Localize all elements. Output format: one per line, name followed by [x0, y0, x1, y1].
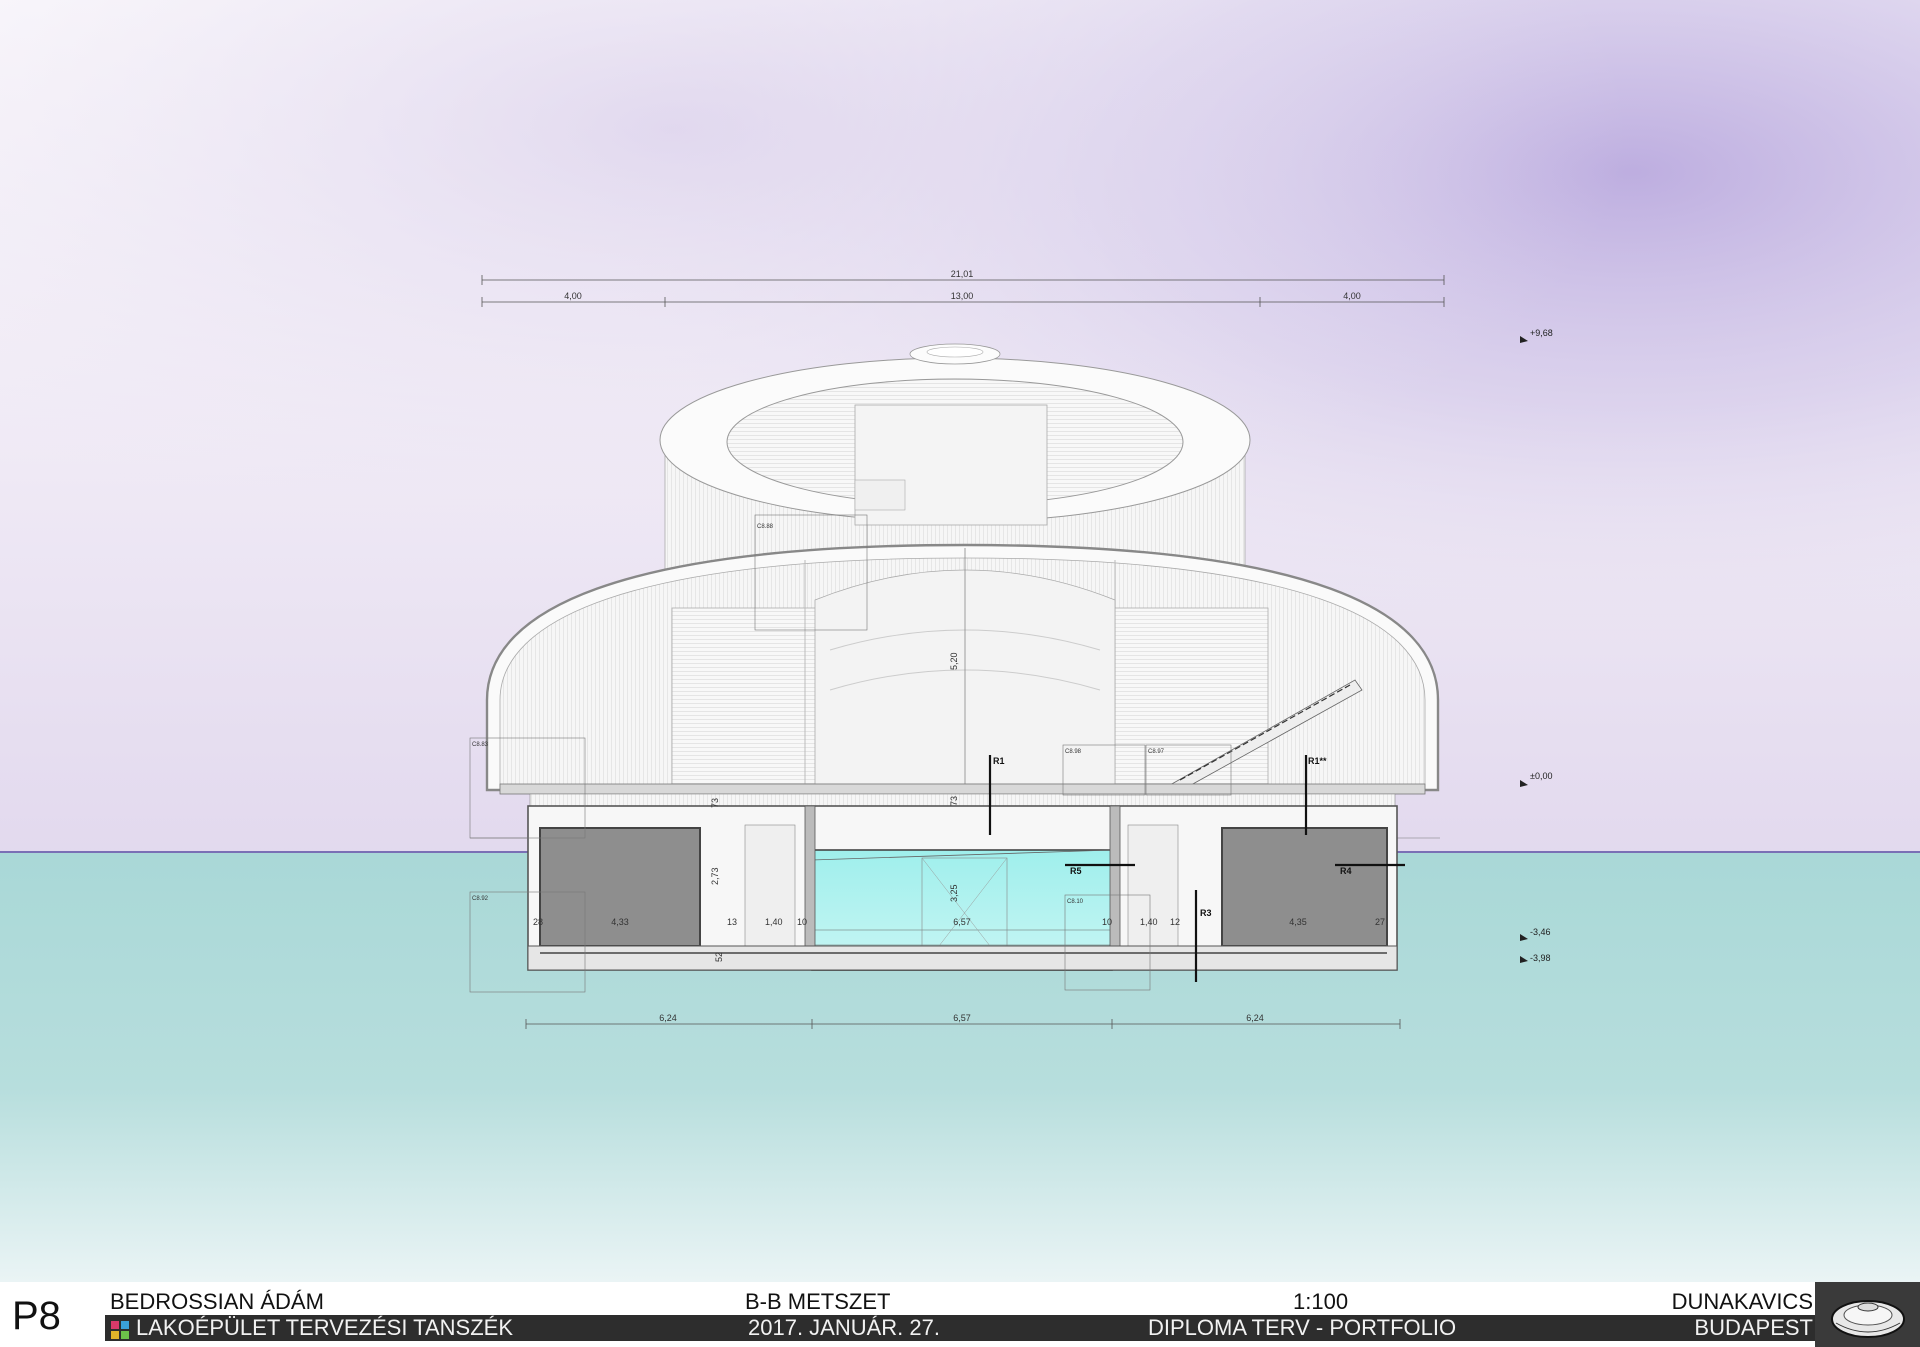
- city-name: BUDAPEST: [1694, 1315, 1813, 1340]
- dim-left: 4,00: [564, 291, 582, 301]
- dim-left-a: 13: [727, 917, 737, 927]
- sheet-number: P8: [12, 1294, 61, 1338]
- dim-middle: 13,00: [951, 291, 974, 301]
- drawing-sheet: 21,01 4,00 13,00 4,00 C8.88 C8.83 C8.98 …: [0, 0, 1920, 1347]
- dim-pool: 6,57: [953, 917, 971, 927]
- sheet-title: B-B METSZET: [745, 1289, 891, 1314]
- level-low2: -3,98: [1530, 953, 1551, 963]
- author-name: BEDROSSIAN ÁDÁM: [110, 1289, 324, 1314]
- detail-box-4: C8.97: [1148, 749, 1165, 755]
- dim-height-floor-left: 73: [710, 798, 720, 808]
- level-top: +9,68: [1530, 328, 1553, 338]
- dim-left-wall: 28: [533, 917, 543, 927]
- dim-height-lower: 2,73: [710, 867, 720, 885]
- project-name: DUNAKAVICS: [1671, 1289, 1813, 1314]
- department-name: LAKOÉPÜLET TERVEZÉSI TANSZÉK: [136, 1315, 513, 1340]
- dim-slab: 52: [714, 952, 724, 962]
- title-block: P8 BEDROSSIAN ÁDÁM LAKOÉPÜLET TERVEZÉSI …: [0, 1282, 1920, 1347]
- detail-box-6: C8.10: [1067, 899, 1084, 905]
- dim-height-dome: 5,20: [949, 652, 959, 670]
- date-label: 2017. JANUÁR. 27.: [748, 1315, 940, 1340]
- dim-left-c: 10: [797, 917, 807, 927]
- dim-right: 4,00: [1343, 291, 1361, 301]
- dim-height-floor: 73: [949, 796, 959, 806]
- pebble-logo-icon: [1831, 1300, 1905, 1338]
- department-mark-icon: [111, 1321, 129, 1339]
- level-low1: -3,46: [1530, 927, 1551, 937]
- dim-total: 21,01: [951, 269, 974, 279]
- dim-left-b: 1,40: [765, 917, 783, 927]
- dim-bottom-right: 6,24: [1246, 1013, 1264, 1023]
- detail-box-5: C8.92: [472, 896, 489, 902]
- tag-r3: R3: [1200, 908, 1212, 918]
- left-room: [539, 827, 701, 947]
- dim-left-room: 4,33: [611, 917, 629, 927]
- section-drawing: 21,01 4,00 13,00 4,00 C8.88 C8.83 C8.98 …: [0, 0, 1920, 1282]
- dim-bottom-middle: 6,57: [953, 1013, 971, 1023]
- tag-r1: R1: [993, 756, 1005, 766]
- lower-floor: [527, 805, 1398, 971]
- portfolio-label: DIPLOMA TERV - PORTFOLIO: [1148, 1315, 1457, 1340]
- dim-right-b: 1,40: [1140, 917, 1158, 927]
- level-ground: ±0,00: [1530, 771, 1552, 781]
- right-room: [1221, 827, 1388, 947]
- tag-r5: R5: [1070, 866, 1082, 876]
- scale-label: 1:100: [1293, 1289, 1349, 1314]
- detail-box-1: C8.88: [757, 524, 774, 530]
- tag-r4: R4: [1340, 866, 1352, 876]
- detail-box-2: C8.83: [472, 742, 489, 748]
- dim-right-a: 10: [1102, 917, 1112, 927]
- dim-right-c: 12: [1170, 917, 1180, 927]
- detail-box-3: C8.98: [1065, 749, 1082, 755]
- dim-right-wall: 27: [1375, 917, 1385, 927]
- dim-bottom-left: 6,24: [659, 1013, 677, 1023]
- dim-height-pool: 3,25: [949, 884, 959, 902]
- tag-r1b: R1**: [1308, 756, 1327, 766]
- dim-right-room: 4,35: [1289, 917, 1307, 927]
